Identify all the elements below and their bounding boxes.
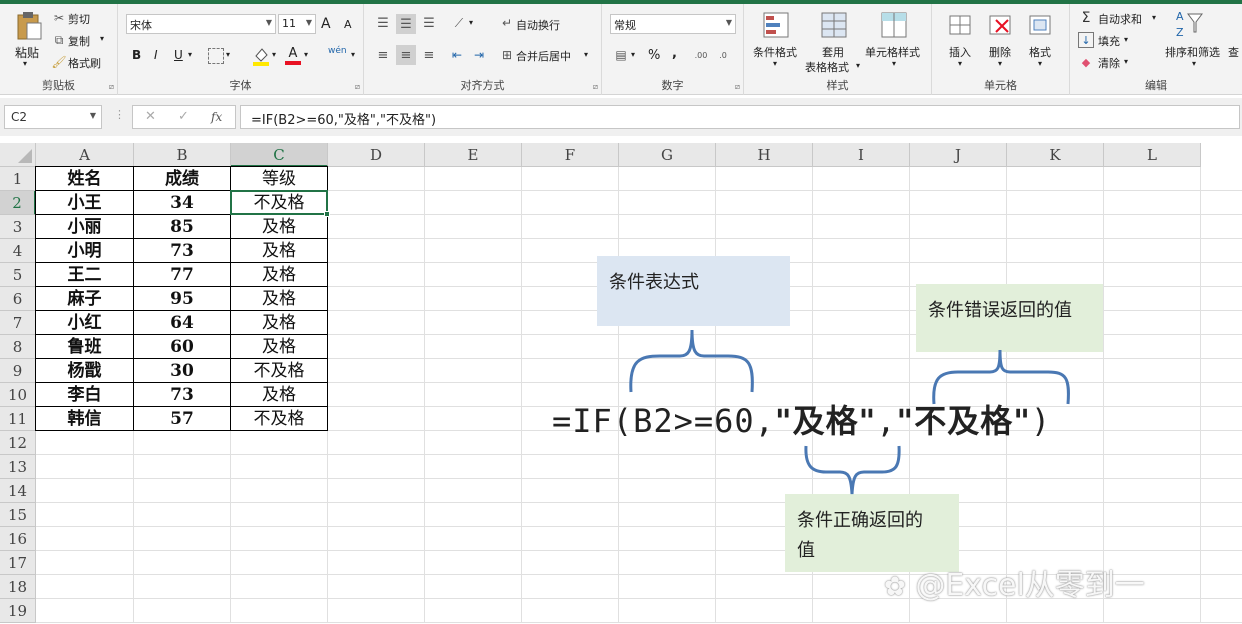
big-formula: =IF(B2>=60,"及格","不及格") [552,396,1051,444]
watermark-logo-icon: ✿ [884,572,906,602]
formula-true-part: "及格" [774,402,877,440]
watermark-text: @Excel从零到一 [915,568,1145,603]
condition-brace [629,329,754,393]
watermark: ✿ @Excel从零到一 [884,560,1145,604]
formula-close-paren: ) [1030,402,1052,440]
true-value-brace [804,445,901,495]
formula-false-part: "不及格" [896,402,1031,440]
formula-condition-part: =IF(B2>=60, [552,402,775,440]
brace-overlay [629,329,1070,495]
formula-comma: , [876,402,897,440]
